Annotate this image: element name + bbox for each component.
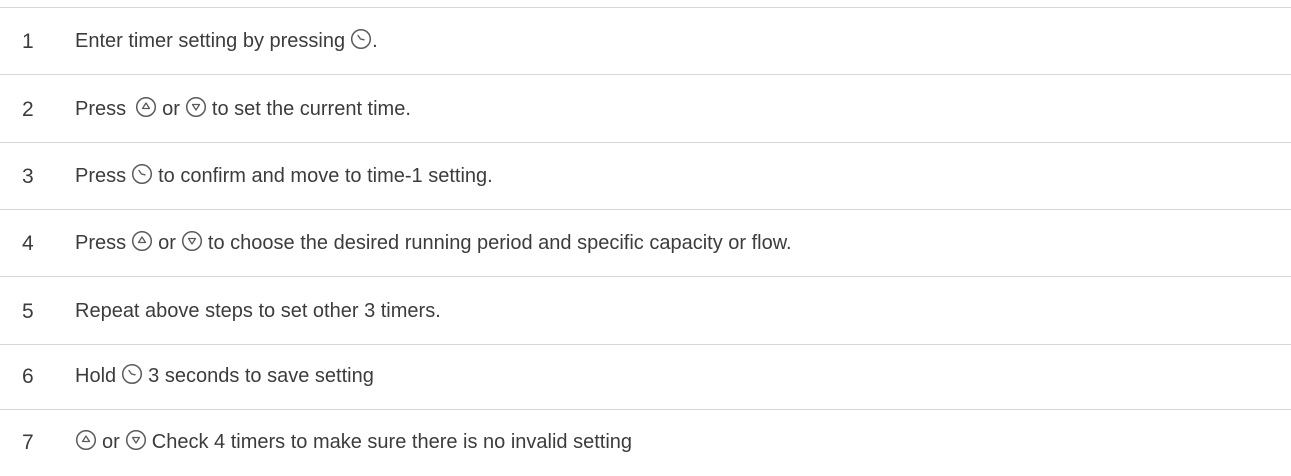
step-text: Enter timer setting by pressing . xyxy=(75,8,378,75)
down-arrow-icon xyxy=(125,429,147,451)
step-row-1: 1 Enter timer setting by pressing . xyxy=(0,8,1291,75)
step-number: 4 xyxy=(22,232,34,255)
step-text: Press or to choose the desired running p… xyxy=(75,210,792,277)
step-text-segment: to confirm and move to time-1 setting. xyxy=(158,165,493,187)
step-text: or Check 4 timers to make sure there is … xyxy=(75,409,632,476)
step-number: 1 xyxy=(22,30,34,53)
step-number: 6 xyxy=(22,365,34,388)
step-row-5: 5 Repeat above steps to set other 3 time… xyxy=(0,278,1291,345)
step-text-segment: Press xyxy=(75,98,127,120)
step-text-segment: . xyxy=(372,30,378,52)
step-row-4: 4 Press or to choose the desired running… xyxy=(0,210,1291,277)
step-text: Repeat above steps to set other 3 timers… xyxy=(75,278,441,345)
step-row-3: 3 Press to confirm and move to time-1 se… xyxy=(0,143,1291,210)
step-text-segment: Repeat above steps to set other 3 timers… xyxy=(75,300,441,322)
clock-icon xyxy=(131,163,153,185)
clock-icon xyxy=(121,363,143,385)
up-arrow-icon xyxy=(75,429,97,451)
step-text: Press or to set the current time. xyxy=(75,76,411,143)
timer-steps-list: 1 Enter timer setting by pressing . 2 Pr… xyxy=(0,0,1291,474)
step-row-7: 7 or Check 4 timers to make sure there i… xyxy=(0,409,1291,476)
step-number: 3 xyxy=(22,165,34,188)
down-arrow-icon xyxy=(181,230,203,252)
step-number: 5 xyxy=(22,300,34,323)
step-text: Press to confirm and move to time-1 sett… xyxy=(75,143,493,210)
down-arrow-icon xyxy=(185,96,207,118)
step-text: Hold 3 seconds to save setting xyxy=(75,343,374,410)
step-text-segment: Press xyxy=(75,165,127,187)
step-text-segment: Hold xyxy=(75,365,117,387)
step-text-segment: to set the current time. xyxy=(211,98,411,120)
clock-icon xyxy=(350,28,372,50)
step-text-segment: Check 4 timers to make sure there is no … xyxy=(151,431,633,453)
step-text-segment: or xyxy=(158,232,176,254)
step-text-segment: Press xyxy=(75,232,127,254)
step-number: 2 xyxy=(22,98,34,121)
step-row-6: 6 Hold 3 seconds to save setting xyxy=(0,343,1291,410)
step-text-segment: or xyxy=(102,431,120,453)
step-number: 7 xyxy=(22,431,34,454)
step-text-segment: to choose the desired running period and… xyxy=(207,232,792,254)
up-arrow-icon xyxy=(135,96,157,118)
step-text-segment: Enter timer setting by pressing xyxy=(75,30,346,52)
up-arrow-icon xyxy=(131,230,153,252)
step-row-2: 2 Press or to set the current time. xyxy=(0,76,1291,143)
step-text-segment: 3 seconds to save setting xyxy=(148,365,374,387)
step-text-segment: or xyxy=(162,98,180,120)
